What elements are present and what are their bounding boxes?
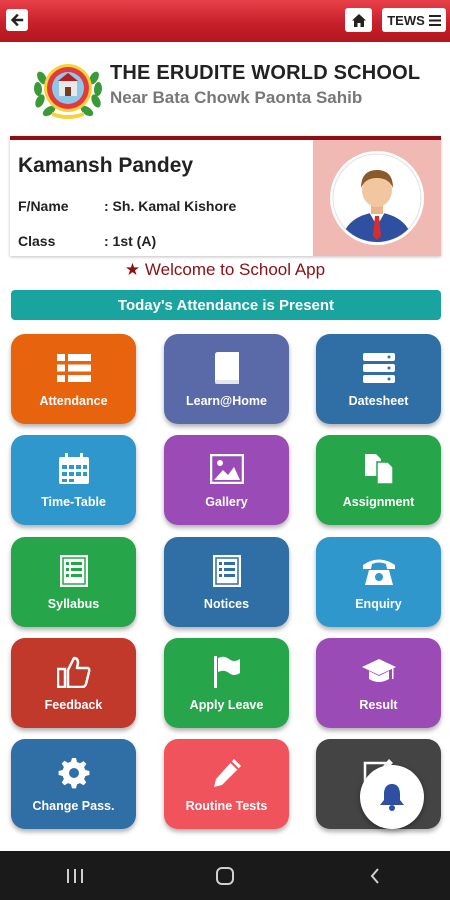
school-name: THE ERUDITE WORLD SCHOOL [110, 62, 421, 84]
files-icon [361, 451, 397, 487]
school-address: Near Bata Chowk Paonta Sahib [110, 88, 363, 107]
home-button[interactable] [345, 8, 372, 32]
tile-label: Datesheet [348, 394, 409, 408]
gear-icon [56, 755, 92, 791]
flag-icon [209, 654, 245, 690]
image-icon [209, 451, 245, 487]
school-logo [33, 64, 103, 119]
avatar-icon [330, 151, 424, 245]
tile-label: Apply Leave [189, 698, 264, 712]
tile-label: Enquiry [355, 597, 402, 611]
calendar-icon [56, 451, 92, 487]
welcome-text: Welcome to School App [144, 260, 326, 279]
chevron-left-icon [370, 867, 379, 884]
recents-icon [67, 868, 83, 883]
tile-enquiry[interactable]: Enquiry [316, 537, 441, 627]
system-navigation-bar [0, 851, 450, 900]
home-circle-icon [216, 866, 234, 885]
student-profile-card: Kamansh Pandey F/Name : Sh. Kamal Kishor… [10, 136, 441, 256]
thumbs-up-icon [56, 654, 92, 690]
tile-label: Notices [203, 597, 250, 611]
father-name-value: : Sh. Kamal Kishore [104, 198, 237, 214]
phone-icon [361, 553, 397, 589]
back-nav-button[interactable] [355, 861, 395, 891]
tile-learn-home[interactable]: Learn@Home [164, 334, 289, 424]
tile-apply-leave[interactable]: Apply Leave [164, 638, 289, 728]
app-bar: TEWS [0, 0, 450, 42]
tile-feedback[interactable]: Feedback [11, 638, 136, 728]
graduation-cap-icon [361, 654, 397, 690]
tile-time-table[interactable]: Time-Table [11, 435, 136, 525]
student-name: Kamansh Pandey [18, 154, 194, 177]
tews-menu-button[interactable]: TEWS [382, 8, 446, 32]
list-icon [56, 350, 92, 386]
tile-label: Time-Table [41, 495, 106, 509]
tile-syllabus[interactable]: Syllabus [11, 537, 136, 627]
home-nav-button[interactable] [205, 861, 245, 891]
welcome-message: ★ Welcome to School App [0, 260, 450, 280]
hamburger-menu-icon [428, 14, 441, 26]
tile-label: Attendance [39, 394, 108, 408]
tile-label: Routine Tests [185, 799, 268, 813]
back-button[interactable] [6, 9, 28, 31]
tews-menu-label: TEWS [387, 12, 425, 28]
tile-routine-tests[interactable]: Routine Tests [164, 739, 289, 829]
list-alt-icon [56, 553, 92, 589]
recent-apps-button[interactable] [55, 861, 95, 891]
tile-result[interactable]: Result [316, 638, 441, 728]
attendance-status-banner: Today's Attendance is Present [11, 290, 441, 320]
tile-attendance[interactable]: Attendance [11, 334, 136, 424]
list-alt-icon [209, 553, 245, 589]
star-icon: ★ [124, 260, 141, 279]
tile-assignment[interactable]: Assignment [316, 435, 441, 525]
tile-datesheet[interactable]: Datesheet [316, 334, 441, 424]
arrow-left-icon [10, 13, 24, 27]
tile-label: Syllabus [47, 597, 100, 611]
book-icon [209, 350, 245, 386]
tile-label: Gallery [205, 495, 248, 509]
tile-label: Feedback [44, 698, 103, 712]
student-photo[interactable] [313, 140, 441, 256]
tile-label: Learn@Home [186, 394, 267, 408]
tile-label: Change Pass. [32, 799, 115, 813]
class-label: Class [18, 233, 56, 249]
tile-label: Result [359, 698, 398, 712]
tile-label: Assignment [342, 495, 415, 509]
school-header: THE ERUDITE WORLD SCHOOL Near Bata Chowk… [0, 42, 450, 136]
home-icon [351, 13, 366, 27]
server-stack-icon [361, 350, 397, 386]
tile-change-pass[interactable]: Change Pass. [11, 739, 136, 829]
tile-gallery[interactable]: Gallery [164, 435, 289, 525]
tile-notices[interactable]: Notices [164, 537, 289, 627]
notifications-button[interactable] [360, 765, 424, 829]
pencil-icon [209, 755, 245, 791]
father-name-label: F/Name [18, 198, 69, 214]
bell-icon [380, 784, 404, 811]
class-value: : 1st (A) [104, 233, 157, 249]
